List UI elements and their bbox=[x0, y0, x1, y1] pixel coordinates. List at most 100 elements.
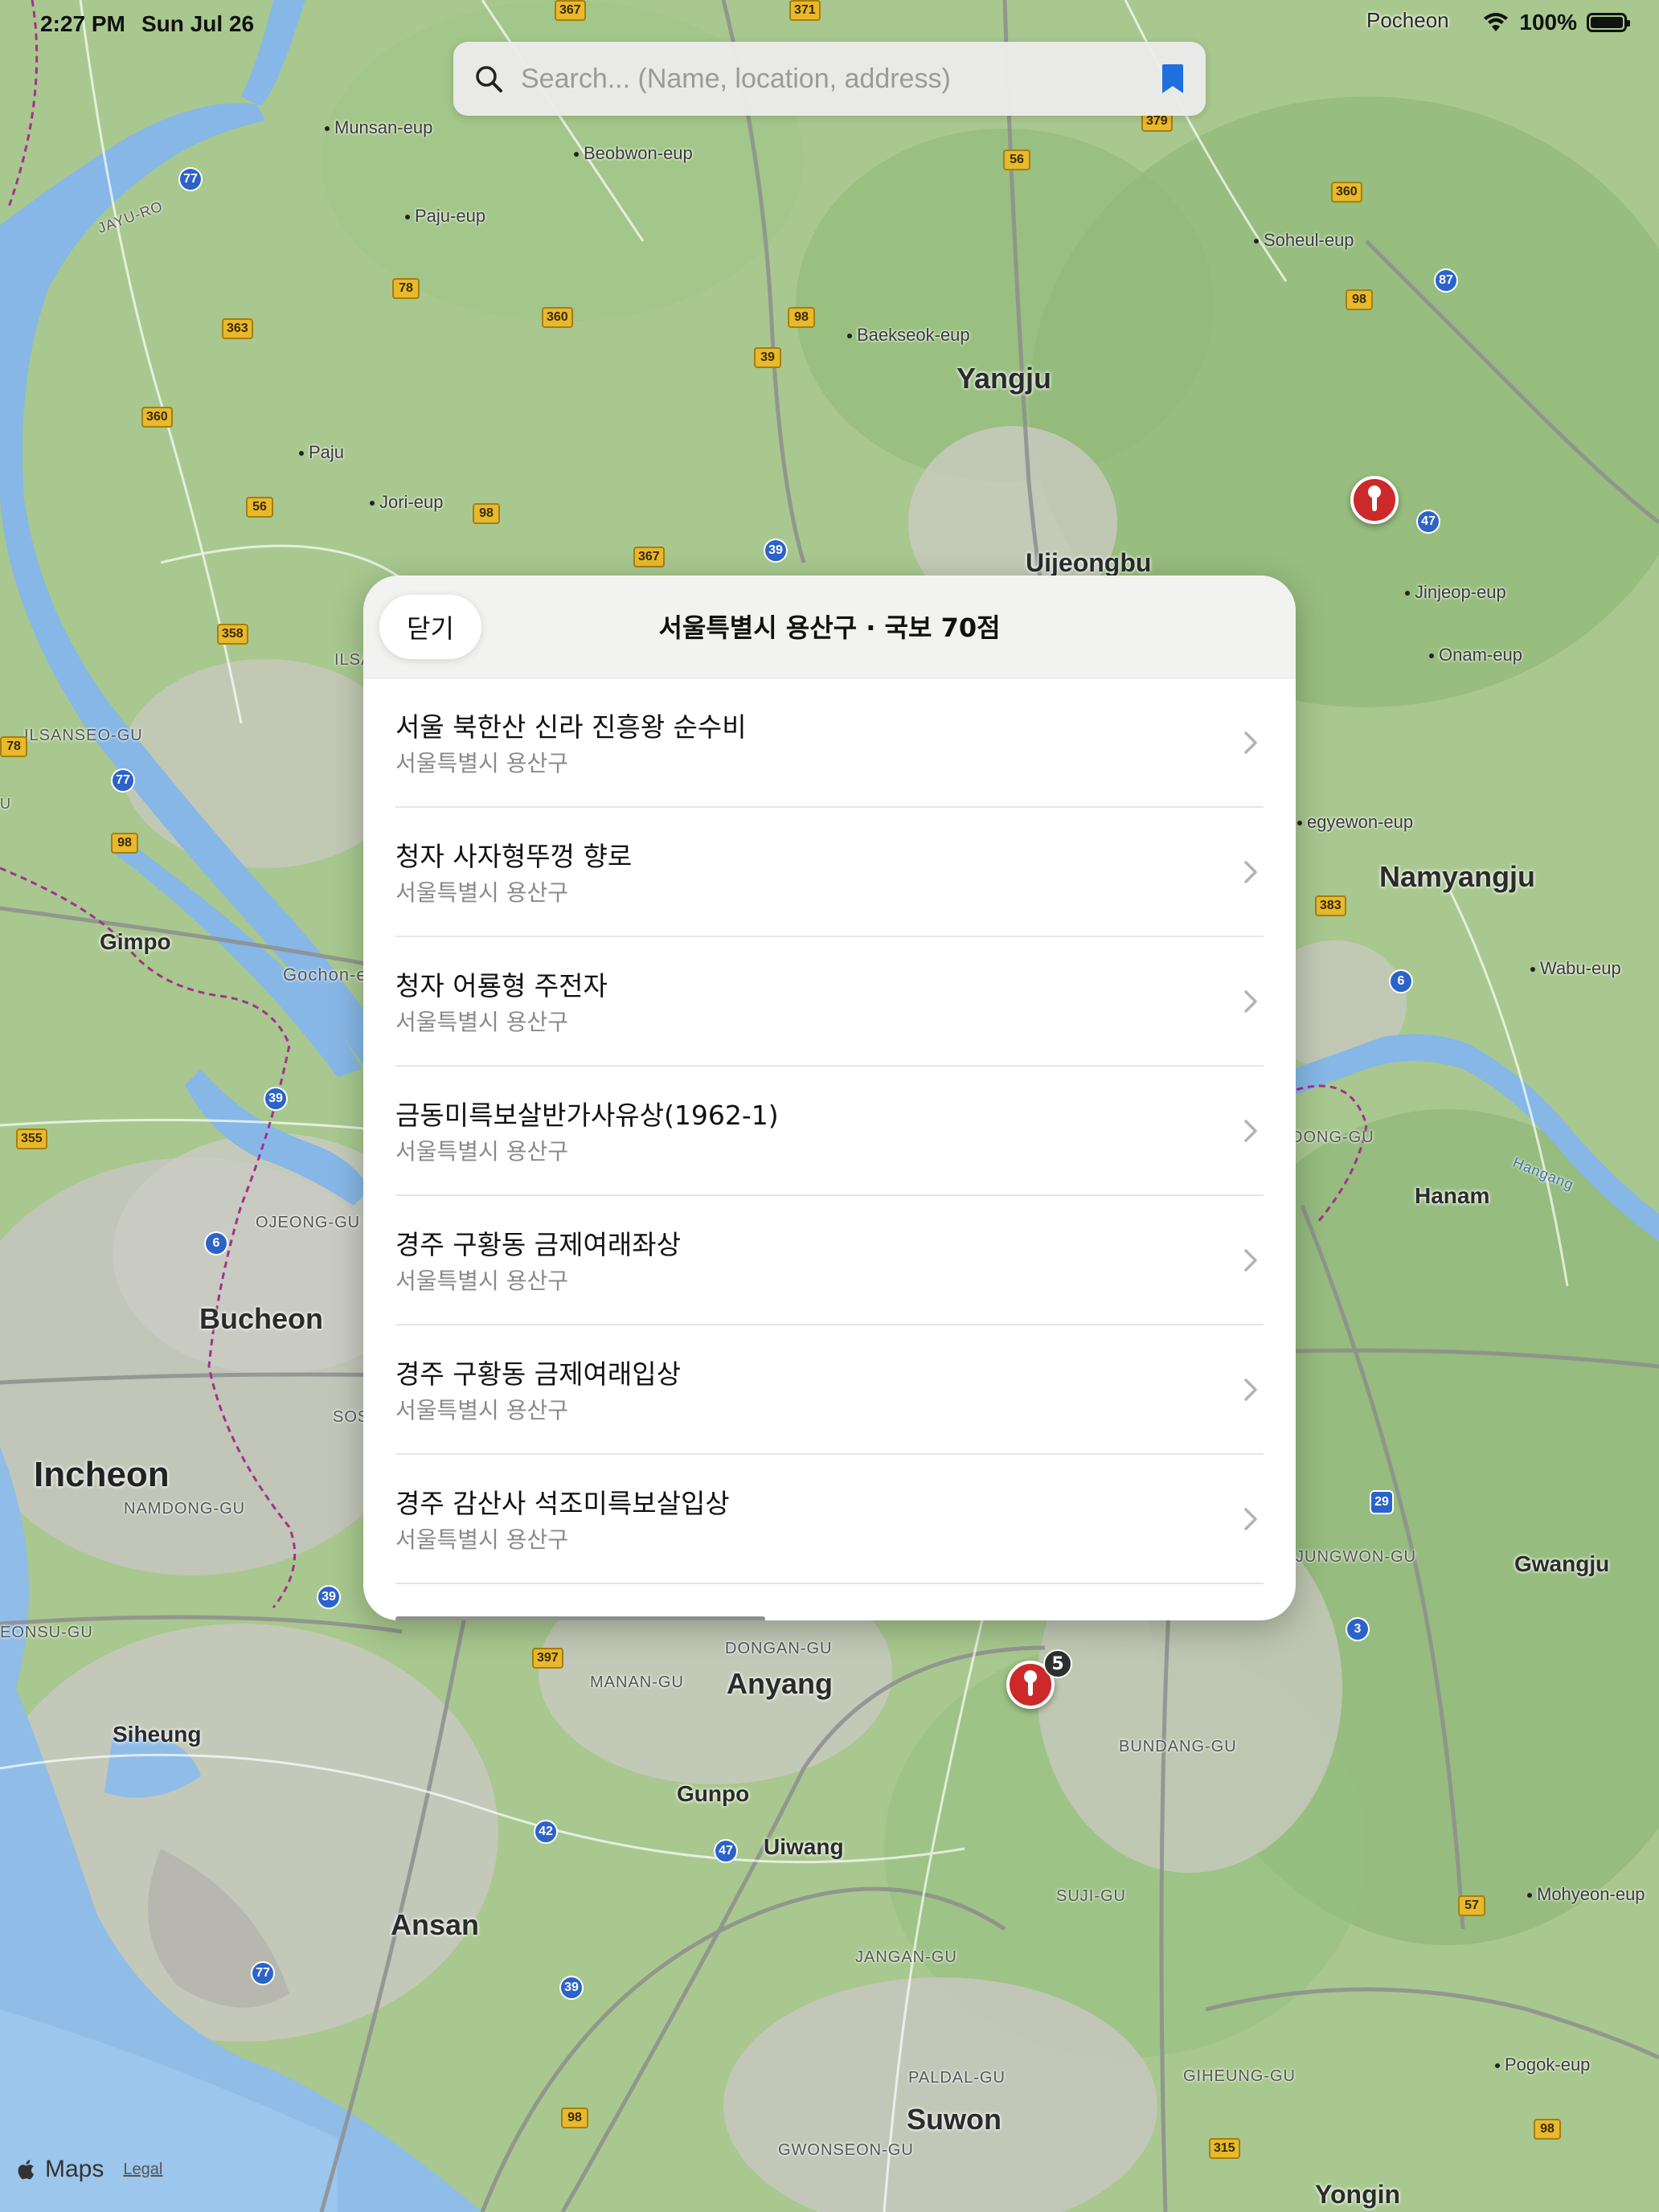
map-pin[interactable] bbox=[1350, 476, 1399, 524]
place-paju-eup: Paju-eup bbox=[405, 206, 485, 227]
route-shield: 56 bbox=[1003, 150, 1030, 170]
route-shield: 6 bbox=[1389, 969, 1413, 993]
item-subtitle: 서울특별시 용산구 bbox=[395, 1138, 568, 1165]
chevron-right-icon bbox=[1244, 1120, 1257, 1142]
results-list[interactable]: 서울 북한산 신라 진흥왕 순수비 서울특별시 용산구 청자 사자형뚜껑 향로 … bbox=[395, 678, 1264, 1620]
wifi-icon bbox=[1484, 13, 1509, 31]
item-subtitle: 서울특별시 용산구 bbox=[395, 1526, 568, 1553]
place-yangju: Yangju bbox=[956, 362, 1052, 395]
chevron-right-icon bbox=[1244, 861, 1257, 883]
route-shield: 47 bbox=[714, 1839, 738, 1863]
place-dongan: DONGAN-GU bbox=[725, 1640, 833, 1657]
place-giheung: GIHEUNG-GU bbox=[1183, 2067, 1296, 2085]
place-gunpo: Gunpo bbox=[677, 1781, 750, 1806]
route-shield: 397 bbox=[532, 1648, 563, 1669]
item-title: 경주 감산사 석조미륵보살입상 bbox=[395, 1488, 730, 1519]
legal-link[interactable]: Legal bbox=[123, 2161, 162, 2179]
place-suwon: Suwon bbox=[907, 2103, 1002, 2136]
place-gwonseon: GWONSEON-GU bbox=[778, 2141, 914, 2159]
route-shield: 360 bbox=[542, 307, 573, 328]
apple-logo-icon bbox=[18, 2160, 35, 2180]
cluster-count-badge: 5 bbox=[1043, 1649, 1072, 1678]
route-shield: 315 bbox=[1209, 2138, 1240, 2159]
bookmark-icon[interactable] bbox=[1161, 63, 1185, 95]
map-attribution: Maps Legal bbox=[18, 2156, 162, 2183]
place-bucheon: Bucheon bbox=[199, 1302, 324, 1335]
route-shield: 6 bbox=[204, 1231, 228, 1256]
list-item[interactable] bbox=[395, 1584, 1264, 1620]
status-indicators: 100% bbox=[1482, 10, 1630, 35]
route-shield: 47 bbox=[1416, 510, 1440, 534]
route-shield: 56 bbox=[246, 497, 273, 518]
place-suji: SUJI-GU bbox=[1056, 1887, 1126, 1905]
place-incheon: Incheon bbox=[34, 1455, 170, 1494]
route-shield: 360 bbox=[141, 407, 173, 428]
item-title: 청자 어룡형 주전자 bbox=[395, 970, 608, 1002]
place-ansan: Ansan bbox=[391, 1908, 480, 1941]
route-shield: 39 bbox=[264, 1087, 288, 1111]
place-bundang: BUNDANG-GU bbox=[1119, 1738, 1237, 1755]
place-jungwon: JUNGWON-GU bbox=[1296, 1548, 1416, 1566]
item-title: 금동미륵보살반가사유상(1962-1) bbox=[395, 1100, 779, 1131]
route-shield: 363 bbox=[222, 318, 253, 339]
place-pogok: Pogok-eup bbox=[1495, 2054, 1590, 2075]
place-gimpo: Gimpo bbox=[100, 929, 171, 954]
chevron-right-icon bbox=[1244, 731, 1257, 754]
route-shield: 77 bbox=[111, 768, 135, 793]
battery-percent: 100% bbox=[1519, 10, 1577, 35]
route-shield: 98 bbox=[111, 833, 138, 854]
status-time: 2:27 PM bbox=[40, 11, 125, 36]
route-shield: 77 bbox=[178, 167, 203, 191]
place-uijeongbu: Uijeongbu bbox=[1026, 548, 1152, 577]
place-eonsu: EONSU-GU bbox=[0, 1624, 93, 1641]
route-shield: 383 bbox=[1315, 895, 1346, 916]
sheet-title: 서울특별시 용산구 · 국보 70점 bbox=[658, 612, 1001, 643]
place-anyang: Anyang bbox=[727, 1667, 834, 1700]
route-shield: 358 bbox=[217, 624, 248, 645]
list-item[interactable]: 경주 감산사 석조미륵보살입상 서울특별시 용산구 bbox=[395, 1455, 1264, 1584]
place-siheung: Siheung bbox=[113, 1722, 202, 1747]
chevron-right-icon bbox=[1244, 1249, 1257, 1272]
item-title-clipped bbox=[395, 1616, 765, 1620]
maps-label: Maps bbox=[45, 2156, 104, 2182]
place-jinjeop: Jinjeop-eup bbox=[1405, 582, 1506, 603]
route-shield: 87 bbox=[1434, 268, 1458, 293]
item-subtitle: 서울특별시 용산구 bbox=[395, 1268, 568, 1294]
place-jori: Jori-eup bbox=[370, 492, 443, 513]
list-item[interactable]: 청자 어룡형 주전자 서울특별시 용산구 bbox=[395, 937, 1264, 1067]
place-soheul: Soheul-eup bbox=[1254, 230, 1354, 251]
place-hanam: Hanam bbox=[1415, 1183, 1490, 1208]
list-item[interactable]: 서울 북한산 신라 진흥왕 순수비 서울특별시 용산구 bbox=[395, 678, 1264, 808]
route-shield: 42 bbox=[534, 1820, 558, 1844]
list-item[interactable]: 금동미륵보살반가사유상(1962-1) 서울특별시 용산구 bbox=[395, 1067, 1264, 1196]
place-gochon: Gochon-e bbox=[283, 965, 367, 985]
route-shield: 78 bbox=[392, 278, 420, 299]
list-item[interactable]: 청자 사자형뚜껑 향로 서울특별시 용산구 bbox=[395, 808, 1264, 937]
list-item[interactable]: 경주 구황동 금제여래입상 서울특별시 용산구 bbox=[395, 1325, 1264, 1455]
route-shield: 57 bbox=[1458, 1895, 1485, 1916]
chevron-right-icon bbox=[1244, 1378, 1257, 1401]
place-wabu: Wabu-eup bbox=[1530, 958, 1621, 979]
item-subtitle: 서울특별시 용산구 bbox=[395, 750, 568, 776]
map-pin-cluster[interactable]: 5 bbox=[1006, 1649, 1072, 1709]
place-uiwang: Uiwang bbox=[764, 1834, 844, 1859]
list-item[interactable]: 경주 구황동 금제여래좌상 서울특별시 용산구 bbox=[395, 1196, 1264, 1325]
search-input[interactable] bbox=[521, 63, 1161, 95]
item-subtitle: 서울특별시 용산구 bbox=[395, 879, 568, 906]
route-shield: 39 bbox=[317, 1585, 341, 1609]
search-bar[interactable] bbox=[453, 42, 1206, 116]
route-shield: 39 bbox=[754, 347, 781, 368]
route-shield: 367 bbox=[633, 547, 665, 567]
place-ilsanseo: ILSANSEO-GU bbox=[24, 727, 143, 744]
item-title: 경주 구황동 금제여래좌상 bbox=[395, 1229, 681, 1260]
item-subtitle: 서울특별시 용산구 bbox=[395, 1397, 568, 1423]
place-paldal: PALDAL-GU bbox=[908, 2069, 1006, 2087]
place-mohyeon: Mohyeon-eup bbox=[1527, 1884, 1645, 1905]
place-ojeong: OJEONG-GU bbox=[256, 1214, 361, 1231]
route-shield: 360 bbox=[1331, 182, 1362, 203]
place-dong-gu: DONG-GU bbox=[1291, 1129, 1374, 1146]
pin-icon bbox=[1368, 485, 1381, 511]
search-icon bbox=[476, 66, 502, 92]
route-shield: 3 bbox=[1346, 1617, 1370, 1641]
route-shield: 98 bbox=[473, 503, 500, 524]
